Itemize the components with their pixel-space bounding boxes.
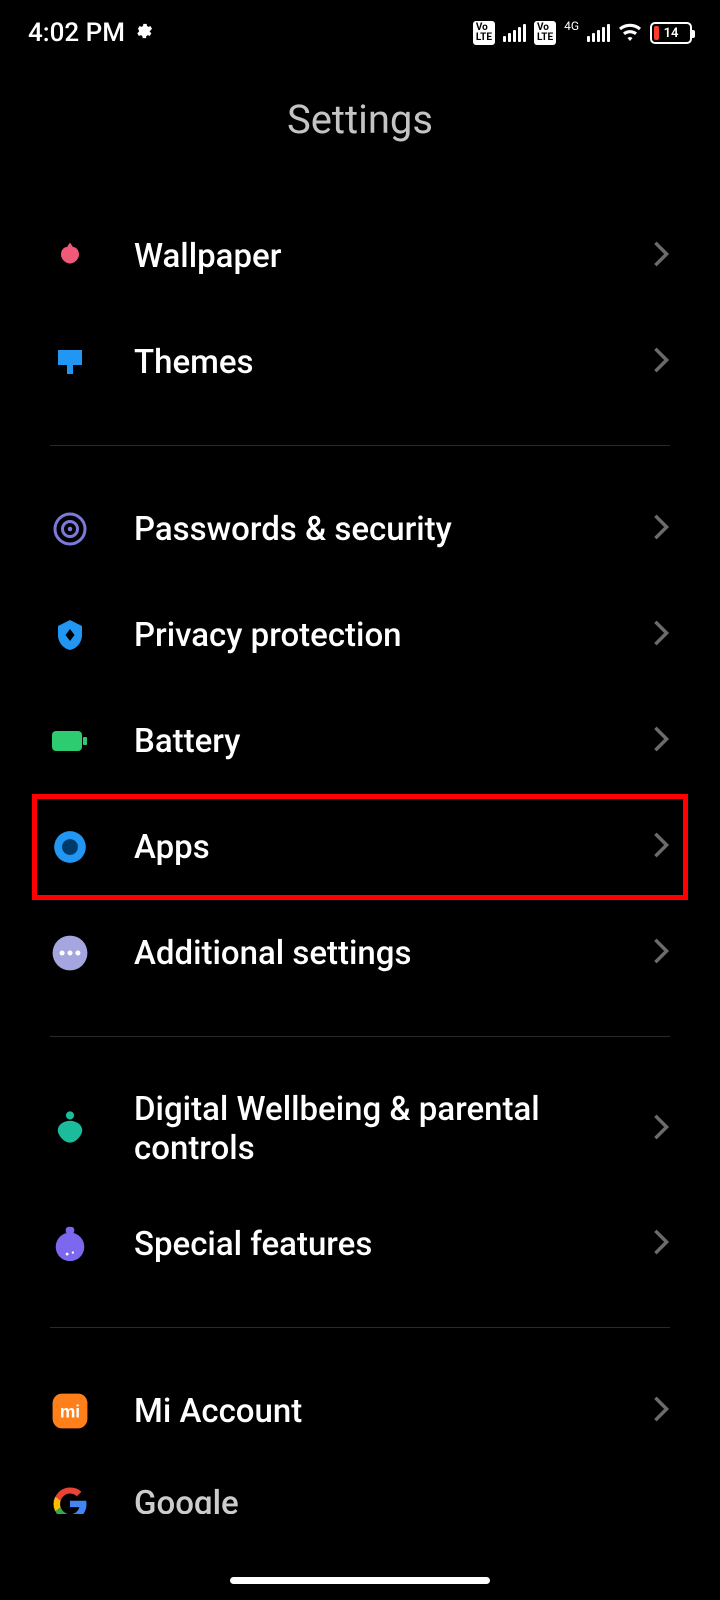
- chevron-right-icon: [652, 346, 670, 378]
- google-icon: [50, 1484, 90, 1514]
- apps-icon: [50, 827, 90, 867]
- wellbeing-icon: [50, 1109, 90, 1149]
- signal-icon: [587, 24, 610, 42]
- settings-item-mi-account[interactable]: mi Mi Account: [0, 1358, 720, 1464]
- battery-level: 14: [664, 26, 679, 41]
- divider: [50, 445, 670, 446]
- chevron-right-icon: [652, 725, 670, 757]
- settings-item-additional[interactable]: Additional settings: [0, 900, 720, 1006]
- divider: [50, 1327, 670, 1328]
- chevron-right-icon: [652, 1395, 670, 1427]
- special-icon: [50, 1224, 90, 1264]
- wifi-icon: [618, 23, 642, 43]
- themes-icon: [50, 342, 90, 382]
- settings-item-apps[interactable]: Apps: [32, 794, 688, 900]
- item-label: Special features: [134, 1225, 652, 1264]
- chevron-right-icon: [652, 513, 670, 545]
- chevron-right-icon: [652, 831, 670, 863]
- passwords-icon: [50, 509, 90, 549]
- privacy-icon: [50, 615, 90, 655]
- battery-icon: [50, 721, 90, 761]
- status-bar: 4:02 PM VoLTE VoLTE 4G 14: [0, 0, 720, 60]
- item-label: Google: [134, 1484, 670, 1514]
- signal-icon: [503, 24, 526, 42]
- chevron-right-icon: [652, 1228, 670, 1260]
- battery-icon: 14: [650, 22, 692, 44]
- chevron-right-icon: [652, 240, 670, 272]
- status-time: 4:02 PM: [28, 18, 125, 48]
- settings-item-privacy[interactable]: Privacy protection: [0, 582, 720, 688]
- item-label: Passwords & security: [134, 510, 652, 549]
- additional-icon: [50, 933, 90, 973]
- settings-item-wallpaper[interactable]: Wallpaper: [0, 203, 720, 309]
- volte-icon: VoLTE: [473, 21, 495, 45]
- chevron-right-icon: [652, 937, 670, 969]
- item-label: Additional settings: [134, 934, 652, 973]
- item-label: Apps: [134, 828, 652, 867]
- gear-icon: [133, 18, 153, 48]
- svg-text:mi: mi: [60, 1401, 80, 1421]
- chevron-right-icon: [652, 1113, 670, 1145]
- settings-item-google[interactable]: Google: [0, 1464, 720, 1514]
- item-label: Wallpaper: [134, 237, 652, 276]
- item-label: Digital Wellbeing & parental controls: [134, 1090, 652, 1168]
- settings-item-themes[interactable]: Themes: [0, 309, 720, 415]
- settings-item-wellbeing[interactable]: Digital Wellbeing & parental controls: [0, 1067, 720, 1191]
- volte-icon: VoLTE: [534, 21, 556, 45]
- page-title: Settings: [0, 96, 720, 143]
- mi-icon: mi: [50, 1391, 90, 1431]
- chevron-right-icon: [652, 619, 670, 651]
- settings-list: Wallpaper Themes Passwords & security Pr…: [0, 203, 720, 1514]
- item-label: Mi Account: [134, 1392, 652, 1431]
- network-type: 4G: [564, 19, 579, 33]
- settings-item-special[interactable]: Special features: [0, 1191, 720, 1297]
- status-left: 4:02 PM: [28, 18, 153, 48]
- home-indicator[interactable]: [230, 1577, 490, 1584]
- wallpaper-icon: [50, 236, 90, 276]
- settings-item-passwords[interactable]: Passwords & security: [0, 476, 720, 582]
- item-label: Themes: [134, 343, 652, 382]
- settings-item-battery[interactable]: Battery: [0, 688, 720, 794]
- item-label: Battery: [134, 722, 652, 761]
- status-right: VoLTE VoLTE 4G 14: [473, 19, 692, 47]
- divider: [50, 1036, 670, 1037]
- item-label: Privacy protection: [134, 616, 652, 655]
